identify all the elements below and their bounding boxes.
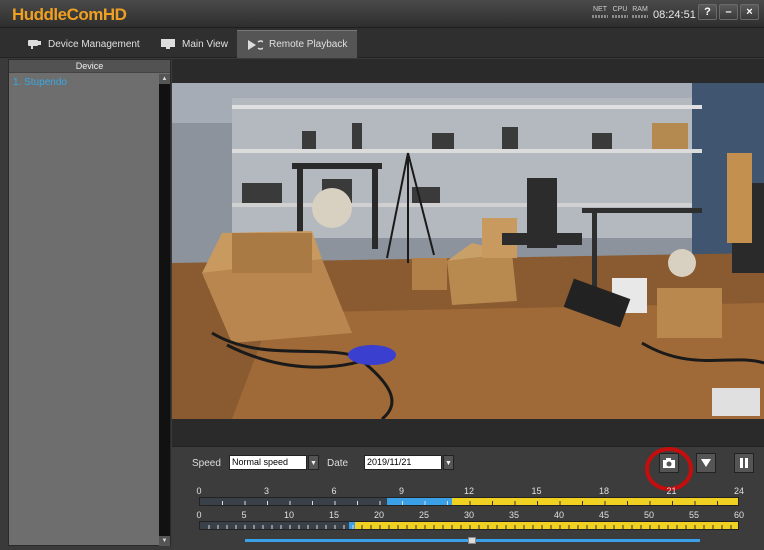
camera-device-icon [28, 40, 41, 49]
timeline-label: 10 [283, 510, 295, 520]
scroll-up-icon[interactable]: ▲ [159, 74, 170, 84]
timeline-label: 35 [508, 510, 520, 520]
date-label: Date [327, 458, 349, 469]
clock: 08:24:51 [653, 9, 696, 21]
video-feed[interactable] [172, 83, 764, 419]
minute-scale: 0 5 10 15 20 25 30 35 40 45 50 55 60 [196, 510, 745, 521]
tab-remote-playback[interactable]: Remote Playback [237, 30, 357, 58]
sidebar-scrollbar[interactable]: ▲ ▼ [159, 74, 170, 546]
timeline-label: 18 [598, 486, 610, 496]
speed-select[interactable]: Normal speed [229, 455, 307, 470]
timeline-label: 21 [666, 486, 677, 496]
timeline-label: 24 [733, 486, 745, 496]
speed-dropdown-icon[interactable]: ▼ [308, 455, 319, 470]
camera-image [172, 83, 764, 419]
tab-device-management[interactable]: Device Management [16, 30, 148, 58]
title-bar: HuddleComHD NET CPU RAM 08:24:51 ? – × [0, 0, 764, 28]
timeline-label: 0 [196, 486, 202, 496]
device-item[interactable]: 1. Stupendo [13, 76, 159, 89]
timeline-label: 15 [531, 486, 542, 496]
device-sidebar: Device 1. Stupendo ▲ ▼ [8, 59, 171, 546]
timeline-label: 9 [398, 486, 405, 496]
resource-meters: NET CPU RAM [592, 6, 648, 18]
highlight-circle [645, 447, 693, 491]
pause-icon [740, 458, 748, 468]
scroll-down-icon[interactable]: ▼ [159, 536, 170, 546]
minimize-button[interactable]: – [719, 4, 738, 20]
help-button[interactable]: ? [698, 4, 717, 20]
scroll-slider-thumb[interactable] [468, 537, 476, 544]
monitor-icon [161, 39, 175, 49]
hour-ticks [222, 501, 718, 505]
sidebar-header: Device [9, 60, 170, 73]
hour-scale: 0 3 6 9 12 15 18 21 24 [196, 486, 745, 497]
app-title: HuddleComHD [12, 5, 127, 24]
timeline-label: 40 [553, 510, 565, 520]
hour-timeline[interactable] [199, 497, 739, 506]
timeline-label: 60 [733, 510, 745, 520]
down-arrow-icon [701, 459, 711, 467]
net-meter: NET [592, 6, 608, 18]
timeline-label: 3 [263, 486, 270, 496]
timeline-label: 45 [598, 510, 610, 520]
tab-bar: Device Management Main View Remote Playb… [0, 28, 764, 58]
timeline-label: 6 [331, 486, 337, 496]
playback-controls: Speed Normal speed ▼ Date 2019/11/21 ▼ 0… [172, 446, 764, 550]
playback-icon [248, 39, 263, 50]
download-button[interactable] [696, 453, 716, 473]
timeline-label: 25 [418, 510, 430, 520]
tab-main-view[interactable]: Main View [150, 30, 236, 58]
speed-label: Speed [192, 458, 221, 469]
date-field[interactable]: 2019/11/21 [364, 455, 442, 470]
timeline-label: 5 [241, 510, 247, 520]
timeline-label: 20 [373, 510, 385, 520]
timeline-label: 30 [463, 510, 475, 520]
cpu-meter: CPU [612, 6, 628, 18]
pause-button[interactable] [734, 453, 754, 473]
timeline-label: 50 [643, 510, 655, 520]
minute-timeline[interactable] [199, 521, 739, 530]
minute-ticks [208, 525, 732, 529]
ram-meter: RAM [632, 6, 648, 18]
close-button[interactable]: × [740, 4, 759, 20]
date-dropdown-icon[interactable]: ▼ [443, 455, 454, 470]
timeline-label: 15 [328, 510, 340, 520]
timeline-label: 55 [688, 510, 700, 520]
timeline-label: 0 [196, 510, 202, 520]
timeline-label: 12 [463, 486, 475, 496]
